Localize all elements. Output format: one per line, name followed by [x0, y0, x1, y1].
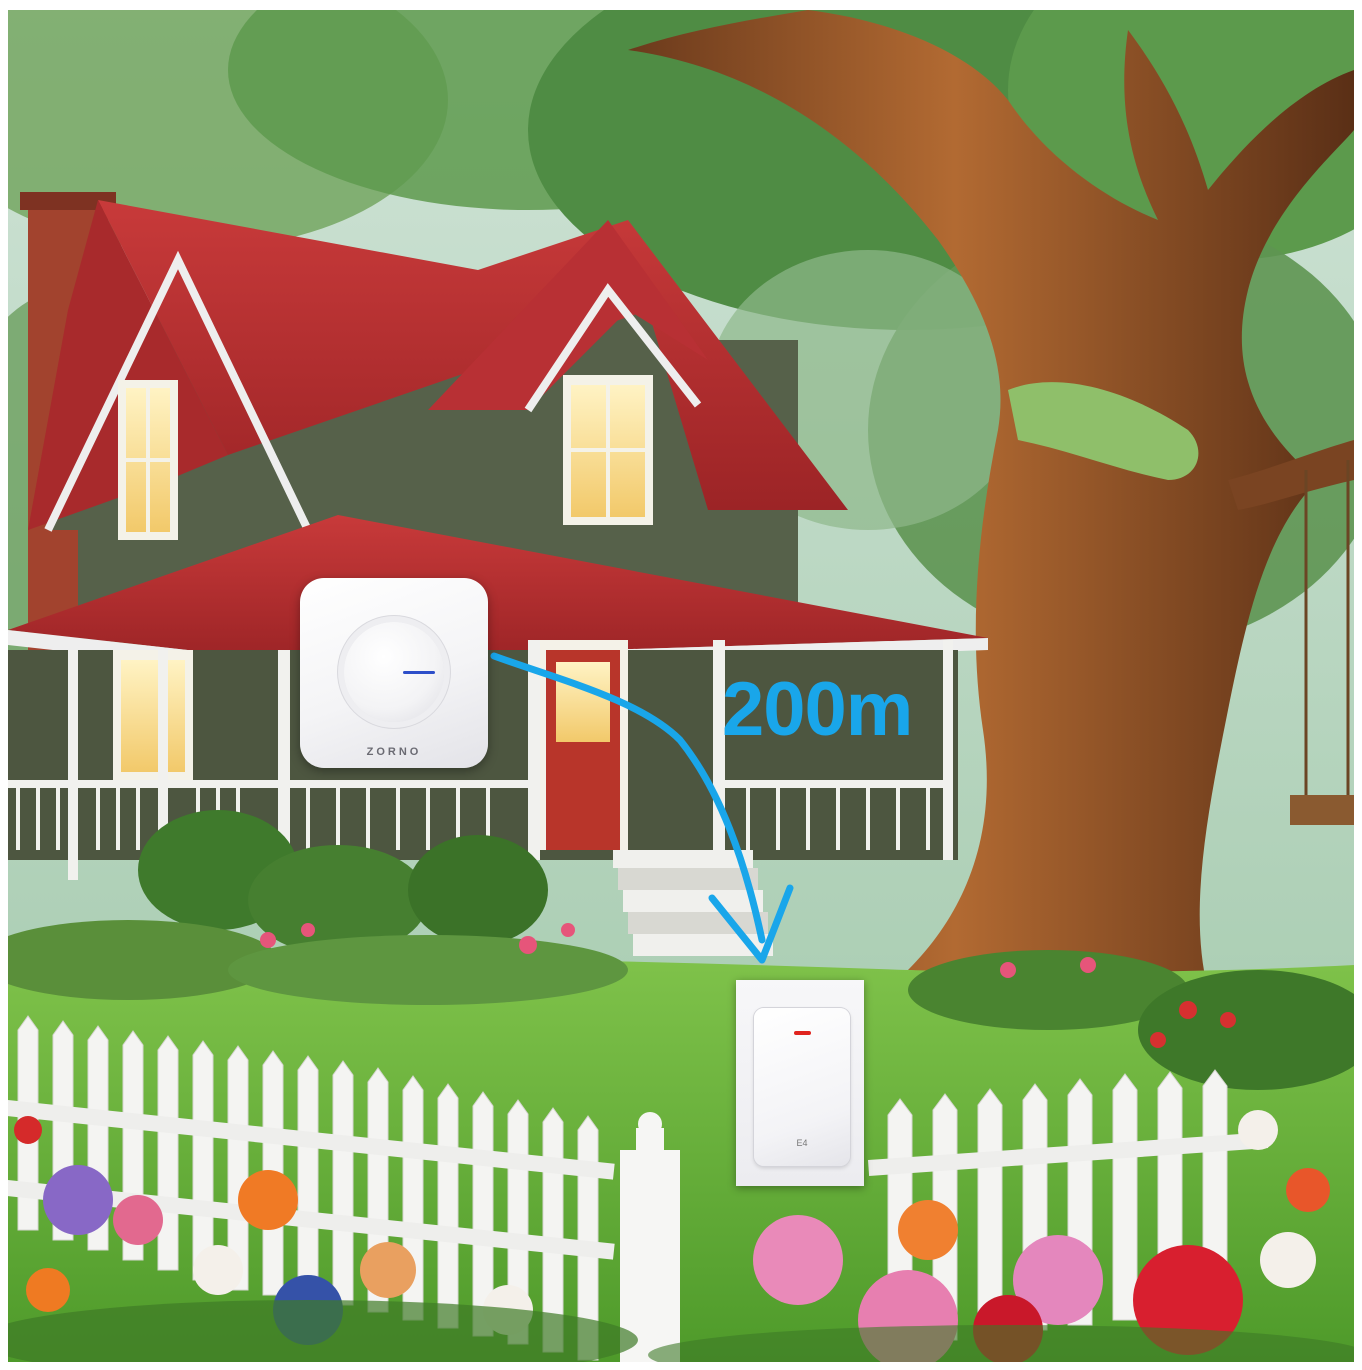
chime-brand-label: ZORNO [366, 746, 422, 758]
push-button-mark: E4 [796, 1138, 808, 1148]
chime-receiver: ZORNO [300, 578, 488, 768]
chime-led-indicator [403, 671, 435, 674]
doorbell-push-button: E4 [736, 980, 864, 1186]
push-button-key: E4 [754, 1008, 850, 1166]
background-scene [8, 10, 1354, 1362]
range-label: 200m [722, 667, 913, 752]
chime-dial [344, 622, 444, 722]
push-led-indicator [794, 1031, 811, 1035]
